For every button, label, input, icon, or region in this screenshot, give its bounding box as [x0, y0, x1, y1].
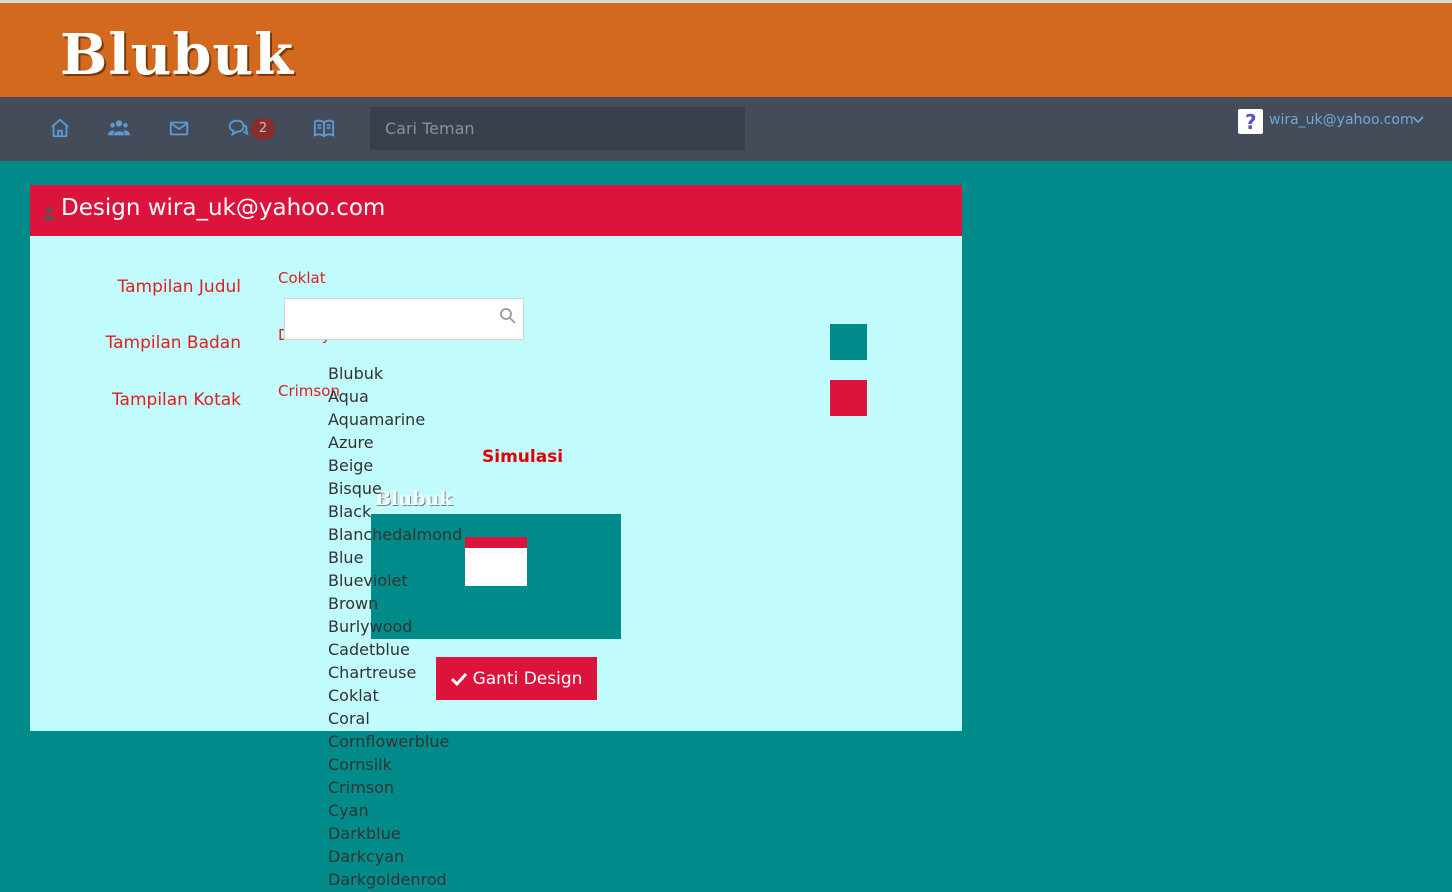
avatar: ?	[1238, 109, 1263, 134]
dropdown-option[interactable]: Blue	[328, 546, 528, 569]
search-icon	[499, 307, 517, 325]
book-icon[interactable]	[313, 117, 335, 139]
search-friends-input[interactable]	[370, 107, 745, 150]
dropdown-option[interactable]: Darkcyan	[328, 845, 528, 868]
box-color-swatch	[830, 380, 867, 416]
dropdown-option[interactable]: Bisque	[328, 477, 528, 500]
color-options-list: Blubuk Aqua Aquamarine Azure Beige Bisque Blac…	[328, 362, 528, 891]
chat-count-badge[interactable]: 2	[251, 118, 275, 140]
dropdown-option[interactable]: Darkgoldenrod	[328, 868, 528, 891]
site-header: Blubuk	[0, 3, 1452, 97]
dropdown-option[interactable]: Cyan	[328, 799, 528, 822]
dropdown-option[interactable]: Aqua	[328, 385, 528, 408]
dropdown-option[interactable]: Azure	[328, 431, 528, 454]
title-display-label: Tampilan Judul	[117, 277, 241, 297]
user-icon	[42, 205, 56, 220]
user-email[interactable]: wira_uk@yahoo.com	[1269, 112, 1414, 128]
dropdown-option[interactable]: Cornflowerblue	[328, 730, 528, 753]
dropdown-option[interactable]: Blueviolet	[328, 569, 528, 592]
dropdown-search-input[interactable]	[284, 298, 524, 340]
dropdown-option[interactable]: Crimson	[328, 776, 528, 799]
mail-icon[interactable]	[168, 117, 190, 139]
panel-header: Design wira_uk@yahoo.com	[30, 185, 962, 236]
home-icon[interactable]	[49, 117, 71, 139]
dropdown-option[interactable]: Cadetblue	[328, 638, 528, 661]
dropdown-option[interactable]: Blubuk	[328, 362, 528, 385]
dropdown-option[interactable]: Blanchedalmond	[328, 523, 528, 546]
chat-icon[interactable]	[227, 117, 249, 139]
dropdown-option[interactable]: Brown	[328, 592, 528, 615]
dropdown-option[interactable]: Coral	[328, 707, 528, 730]
site-logo[interactable]: Blubuk	[60, 23, 294, 87]
panel-title: Design wira_uk@yahoo.com	[61, 195, 386, 221]
dropdown-option[interactable]: Aquamarine	[328, 408, 528, 431]
chevron-down-icon[interactable]	[1411, 112, 1425, 126]
dropdown-option[interactable]: Darkblue	[328, 822, 528, 845]
dropdown-option[interactable]: Coklat	[328, 684, 528, 707]
title-display-select[interactable]: Coklat	[278, 269, 326, 287]
dropdown-option[interactable]: Burlywood	[328, 615, 528, 638]
body-color-swatch	[830, 324, 867, 360]
body-display-label: Tampilan Badan	[105, 333, 241, 353]
dropdown-option[interactable]: Cornsilk	[328, 753, 528, 776]
dropdown-option[interactable]: Chartreuse	[328, 661, 528, 684]
users-icon[interactable]	[108, 117, 130, 139]
svg-text:?: ?	[1245, 110, 1257, 134]
dropdown-option[interactable]: Black	[328, 500, 528, 523]
box-display-label: Tampilan Kotak	[111, 390, 241, 410]
dropdown-option[interactable]: Beige	[328, 454, 528, 477]
